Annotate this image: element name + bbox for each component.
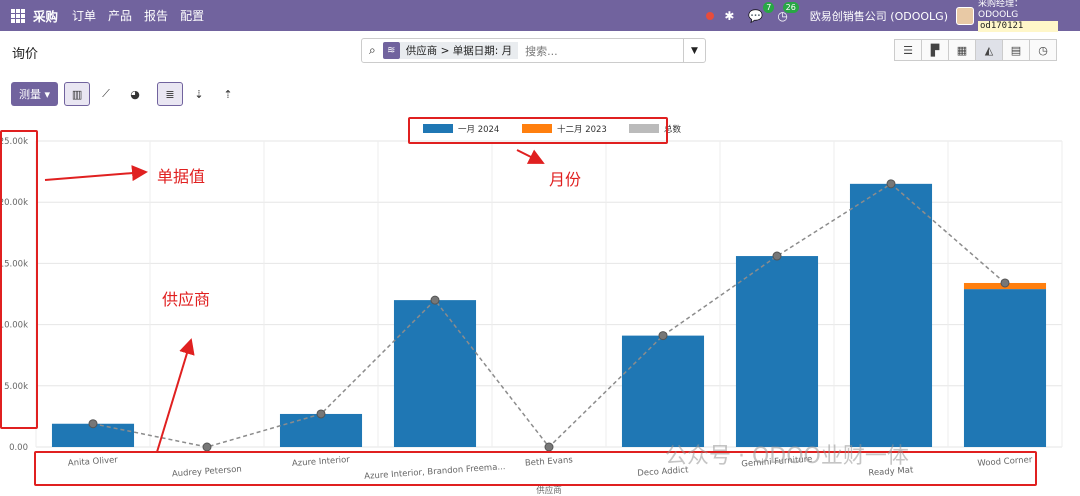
arrow-to-vendor [156,338,195,453]
annotation-arrows [44,149,545,453]
arrow-to-month [516,149,545,164]
arrow-to-amount [44,165,148,182]
watermark: 公众号 · ODOO业财一体 [665,444,909,469]
